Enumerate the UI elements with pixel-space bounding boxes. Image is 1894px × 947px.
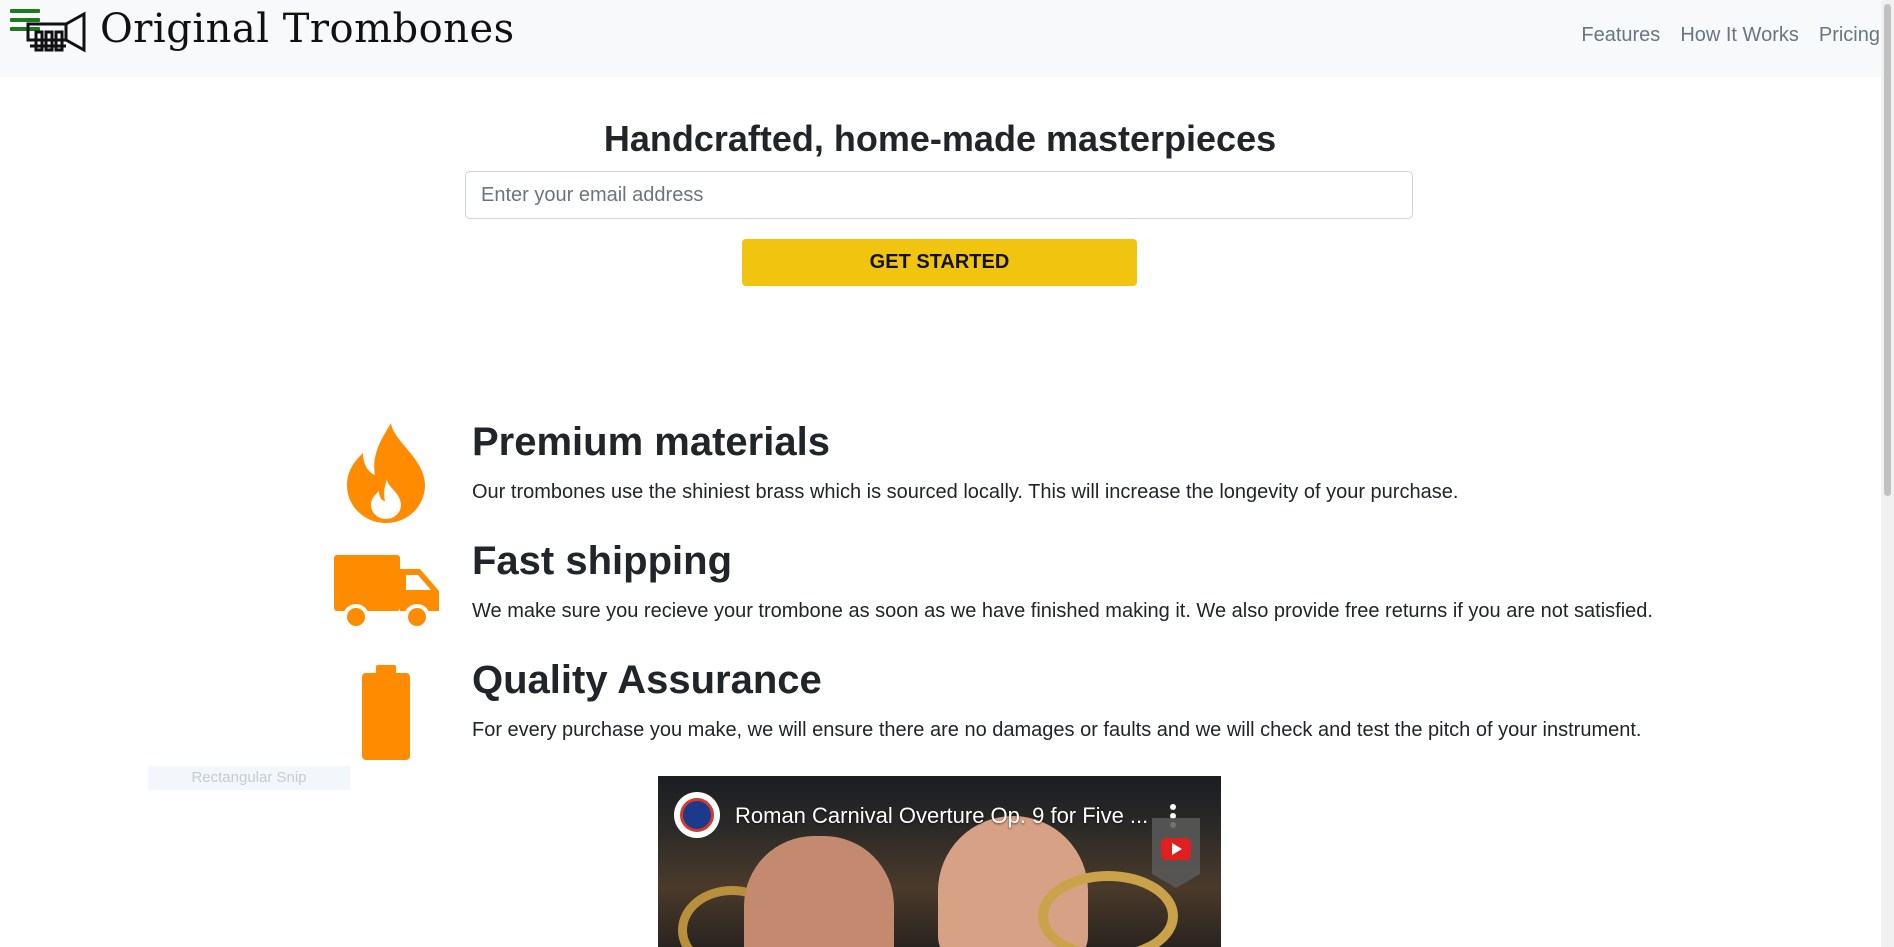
feature-text: Our trombones use the shiniest brass whi…	[472, 481, 1459, 503]
hero-title: Handcrafted, home-made masterpieces	[603, 118, 1277, 159]
rectangular-snip-label[interactable]: Rectangular Snip	[148, 766, 350, 790]
nav-link-pricing[interactable]: Pricing	[1819, 24, 1880, 47]
video-title[interactable]: Roman Carnival Overture Op. 9 for Five .…	[735, 803, 1148, 829]
fire-icon	[347, 423, 425, 523]
feature-title: Fast shipping	[472, 539, 732, 583]
channel-avatar[interactable]	[674, 792, 720, 838]
video-embed[interactable]: Roman Carnival Overture Op. 9 for Five .…	[658, 776, 1221, 947]
battery-icon	[362, 665, 410, 760]
get-started-button[interactable]: GET STARTED	[742, 239, 1137, 286]
video-thumbnail-person	[744, 836, 894, 947]
feature-text: We make sure you recieve your trombone a…	[472, 600, 1653, 622]
nav-links: Features How It Works Pricing	[1581, 24, 1880, 47]
page-scrollbar[interactable]	[1881, 0, 1894, 947]
feature-title: Quality Assurance	[472, 658, 822, 702]
trumpet-logo-icon[interactable]	[22, 10, 88, 56]
nav-link-features[interactable]: Features	[1581, 24, 1660, 47]
feature-title: Premium materials	[472, 420, 830, 464]
brand-name[interactable]: Original Trombones	[100, 6, 515, 52]
truck-icon	[334, 555, 439, 630]
navbar: Original Trombones Features How It Works…	[0, 0, 1894, 77]
nav-link-how-it-works[interactable]: How It Works	[1680, 24, 1799, 47]
email-input[interactable]	[465, 171, 1413, 219]
youtube-play-icon[interactable]	[1152, 818, 1200, 888]
feature-text: For every purchase you make, we will ens…	[472, 719, 1642, 741]
scrollbar-thumb[interactable]	[1884, 4, 1891, 496]
